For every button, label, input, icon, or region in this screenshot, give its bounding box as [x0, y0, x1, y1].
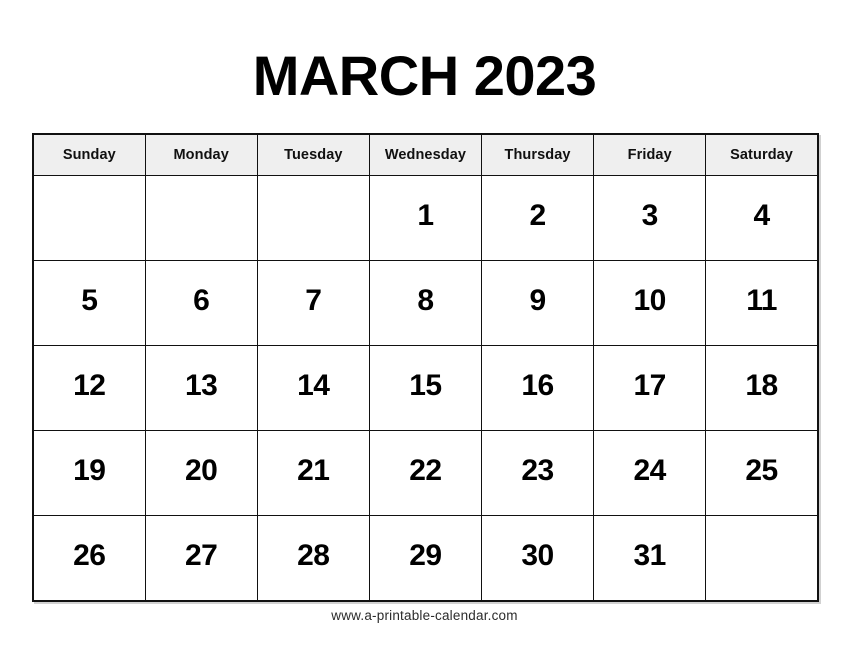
day-number: 7: [305, 284, 322, 317]
calendar-week-row: 12 13 14 15 16 17 18: [32, 345, 819, 431]
calendar-day-cell[interactable]: 2: [480, 175, 595, 261]
weekday-header-row: Sunday Monday Tuesday Wednesday Thursday…: [32, 133, 819, 176]
calendar-day-cell[interactable]: 16: [480, 345, 595, 431]
day-number: 11: [746, 284, 777, 317]
day-number: 31: [633, 539, 667, 572]
day-number: [146, 199, 257, 233]
calendar-week-row: 26 27 28 29 30 31: [32, 515, 819, 602]
day-number: 5: [81, 284, 98, 317]
weekday-header-wednesday: Wednesday: [368, 133, 483, 176]
calendar-day-cell[interactable]: [256, 175, 370, 261]
day-number: 16: [521, 369, 554, 402]
calendar-day-cell[interactable]: 10: [593, 260, 707, 346]
day-number: 28: [297, 539, 330, 572]
day-number: 14: [297, 369, 330, 402]
day-number: 2: [529, 199, 546, 232]
weekday-header-monday: Monday: [144, 133, 258, 176]
calendar-day-cell[interactable]: 19: [32, 430, 146, 516]
calendar-day-cell[interactable]: 24: [593, 430, 707, 516]
day-number: 30: [521, 539, 554, 572]
day-number: 26: [73, 539, 106, 572]
day-number: 1: [417, 199, 434, 232]
calendar-day-cell[interactable]: 13: [144, 345, 258, 431]
day-number: 13: [185, 369, 218, 402]
day-number: [34, 199, 145, 233]
day-number: 4: [753, 199, 770, 232]
calendar-day-cell[interactable]: 4: [705, 175, 819, 261]
calendar-day-cell[interactable]: 21: [256, 430, 370, 516]
page-title: MARCH 2023: [252, 44, 597, 107]
day-number: 21: [297, 454, 330, 487]
calendar-day-cell[interactable]: 18: [705, 345, 819, 431]
weekday-header-tuesday: Tuesday: [256, 133, 370, 176]
calendar-day-cell[interactable]: 31: [593, 515, 707, 602]
calendar-day-cell[interactable]: 27: [144, 515, 258, 602]
calendar-day-cell[interactable]: 11: [705, 260, 819, 346]
day-number: 9: [529, 284, 546, 317]
calendar-day-cell[interactable]: 22: [368, 430, 483, 516]
weekday-header-friday: Friday: [593, 133, 707, 176]
calendar-day-cell[interactable]: 26: [32, 515, 146, 602]
day-number: 8: [417, 284, 434, 317]
calendar-page: MARCH 2023 Sunday Monday Tuesday Wednesd…: [0, 0, 849, 656]
day-number: [706, 539, 817, 573]
calendar-header-row: Sunday Monday Tuesday Wednesday Thursday…: [32, 133, 819, 176]
weekday-header-saturday: Saturday: [705, 133, 819, 176]
day-number: 17: [633, 369, 667, 402]
day-number: 22: [409, 454, 442, 487]
calendar-week-row: 5 6 7 8 9 10 11: [32, 260, 819, 346]
day-number: 24: [633, 454, 667, 487]
day-number: 29: [409, 539, 442, 572]
calendar-day-cell[interactable]: 23: [480, 430, 595, 516]
calendar-day-cell[interactable]: 29: [368, 515, 483, 602]
calendar-day-cell[interactable]: 25: [705, 430, 819, 516]
calendar-day-cell[interactable]: 6: [144, 260, 258, 346]
day-number: 20: [185, 454, 218, 487]
calendar-grid: Sunday Monday Tuesday Wednesday Thursday…: [32, 133, 819, 602]
calendar-day-cell[interactable]: [32, 175, 146, 261]
calendar-day-cell[interactable]: [705, 515, 819, 602]
weekday-header-thursday: Thursday: [480, 133, 595, 176]
calendar-day-cell[interactable]: 12: [32, 345, 146, 431]
calendar-day-cell[interactable]: 14: [256, 345, 370, 431]
calendar-day-cell[interactable]: 30: [480, 515, 595, 602]
day-number: 19: [73, 454, 106, 487]
calendar-day-cell[interactable]: 5: [32, 260, 146, 346]
calendar-body: 1 2 3 4 5 6 7 8 9 10 11 12 13 14 15 16 1…: [32, 175, 819, 602]
calendar-day-cell[interactable]: [144, 175, 258, 261]
calendar-week-row: 1 2 3 4: [32, 175, 819, 261]
day-number: 12: [73, 369, 106, 402]
footer-url: www.a-printable-calendar.com: [331, 608, 518, 623]
calendar-week-row: 19 20 21 22 23 24 25: [32, 430, 819, 516]
calendar-day-cell[interactable]: 3: [593, 175, 707, 261]
calendar-day-cell[interactable]: 28: [256, 515, 370, 602]
weekday-header-sunday: Sunday: [32, 133, 146, 176]
calendar-day-cell[interactable]: 9: [480, 260, 595, 346]
calendar-day-cell[interactable]: 8: [368, 260, 483, 346]
calendar-day-cell[interactable]: 7: [256, 260, 370, 346]
day-number: 3: [641, 199, 659, 232]
day-number: [258, 199, 369, 233]
calendar-day-cell[interactable]: 15: [368, 345, 483, 431]
day-number: 18: [745, 369, 778, 402]
calendar-day-cell[interactable]: 1: [368, 175, 483, 261]
day-number: 6: [193, 284, 210, 317]
calendar-day-cell[interactable]: 20: [144, 430, 258, 516]
day-number: 27: [185, 539, 218, 572]
day-number: 15: [409, 369, 442, 402]
calendar-day-cell[interactable]: 17: [593, 345, 707, 431]
day-number: 25: [745, 454, 778, 487]
day-number: 23: [521, 454, 554, 487]
day-number: 10: [633, 284, 667, 317]
